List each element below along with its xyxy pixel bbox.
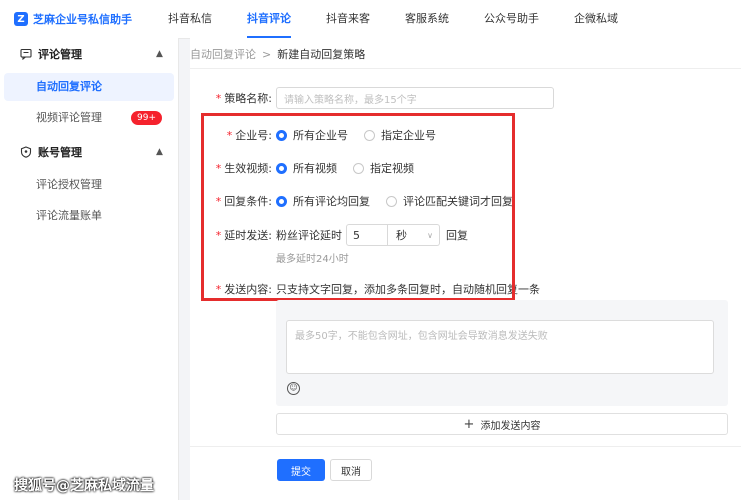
sidebar-item-comment-traffic-bill[interactable]: 评论流量账单 [4,202,174,230]
nav-douyin-comments[interactable]: 抖音评论 [247,0,291,38]
comment-icon [20,48,32,61]
field-label-name: * 策略名称: [215,92,272,105]
radio-unchecked-icon [386,195,397,207]
form-row-video: * 生效视频: 所有视频 指定视频 [190,160,430,176]
footer-divider [190,446,741,447]
delay-unit-value: 秒 [396,229,407,242]
form-row-delay: * 延时发送: 粉丝评论延时 5 秒 ∨ 回复 [190,224,468,246]
emoji-icon[interactable]: ☺ [287,382,300,395]
strategy-name-input[interactable]: 请输入策略名称，最多15个字 [276,87,554,109]
sidebar-item-comment-authorization[interactable]: 评论授权管理 [4,171,174,199]
shield-icon [20,146,32,158]
radio-reply-keyword-match[interactable]: 评论匹配关键词才回复 [386,193,513,209]
app-logo[interactable]: Z 芝麻企业号私信助手 [14,11,132,27]
plus-icon: + [463,416,475,432]
required-mark: * [215,92,222,105]
form-row-condition: * 回复条件: 所有评论均回复 评论匹配关键词才回复 [190,193,529,209]
radio-reply-all-comments[interactable]: 所有评论均回复 [276,193,370,209]
delay-suffix: 回复 [446,229,468,242]
delay-prefix: 粉丝评论延时 [276,229,342,242]
reply-content-area: 最多50字，不能包含网址，包含网址会导致消息发送失败 ☺ [276,300,728,406]
chevron-down-icon: ∨ [427,230,433,240]
top-nav: 抖音私信 抖音评论 抖音来客 客服系统 公众号助手 企微私域 [168,0,653,38]
field-label-content: * 发送内容: [215,283,272,296]
radio-unchecked-icon [353,162,364,174]
sidebar-section-label: 评论管理 [38,48,82,61]
field-label-condition: * 回复条件: [215,195,272,208]
delay-value-input[interactable]: 5 [346,224,388,246]
radio-all-videos[interactable]: 所有视频 [276,160,337,176]
sidebar-item-auto-reply-comments[interactable]: 自动回复评论 [4,73,174,101]
sidebar-item-label: 视频评论管理 [36,111,102,124]
radio-specific-videos[interactable]: 指定视频 [353,160,414,176]
required-mark: * [215,283,222,296]
radio-checked-icon [276,129,287,141]
field-label-delay: * 延时发送: [215,229,272,242]
watermark-text: 搜狐号@芝麻私域流量 [14,478,154,494]
field-label-account: * 企业号: [226,129,272,142]
reply-content-textarea[interactable]: 最多50字，不能包含网址，包含网址会导致消息发送失败 [286,320,714,374]
required-mark: * [226,129,233,142]
radio-unchecked-icon [364,129,375,141]
logo-icon: Z [14,12,28,26]
form-row-account: * 企业号: 所有企业号 指定企业号 [190,127,452,143]
form-row-name: * 策略名称: 请输入策略名称，最多15个字 [190,87,554,109]
chevron-up-icon: ▲ [156,49,163,59]
top-bar: Z 芝麻企业号私信助手 抖音私信 抖音评论 抖音来客 客服系统 公众号助手 企微… [0,0,741,39]
required-mark: * [215,162,222,175]
radio-checked-icon [276,162,287,174]
breadcrumb-separator: > [262,48,272,61]
nav-douyin-dm[interactable]: 抖音私信 [168,0,212,38]
main-panel: 自动回复评论 > 新建自动回复策略 * 策略名称: 请输入策略名称，最多15个字 * 企… [190,38,741,500]
radio-specific-accounts[interactable]: 指定企业号 [364,127,436,143]
required-mark: * [215,229,222,242]
count-badge: 99+ [131,111,162,125]
header-divider [190,68,741,69]
breadcrumb-current: 新建自动回复策略 [277,48,366,61]
app-title: 芝麻企业号私信助手 [33,13,132,26]
nav-customer-service[interactable]: 客服系统 [405,0,449,38]
sidebar-section-comment-management[interactable]: 评论管理 ▲ [0,39,178,69]
breadcrumb-parent[interactable]: 自动回复评论 [190,48,256,61]
form-row-content: * 发送内容: 只支持文字回复，添加多条回复时，自动随机回复一条 [190,281,540,297]
breadcrumb: 自动回复评论 > 新建自动回复策略 [190,46,365,62]
radio-checked-icon [276,195,287,207]
required-mark: * [215,195,222,208]
sidebar-section-account-management[interactable]: 账号管理 ▲ [0,137,178,167]
delay-hint: 最多延时24小时 [276,254,349,265]
radio-all-accounts[interactable]: 所有企业号 [276,127,348,143]
nav-wecom-private[interactable]: 企微私域 [574,0,618,38]
nav-official-account[interactable]: 公众号助手 [484,0,539,38]
add-content-button[interactable]: + 添加发送内容 [276,413,728,435]
submit-button[interactable]: 提交 [277,459,325,481]
content-description: 只支持文字回复，添加多条回复时，自动随机回复一条 [276,283,540,296]
sidebar-item-video-comments[interactable]: 视频评论管理 99+ [4,104,174,132]
cancel-button[interactable]: 取消 [330,459,372,481]
sidebar: 评论管理 ▲ 自动回复评论 视频评论管理 99+ 账号管理 ▲ 评论授权管理 评… [0,38,179,500]
field-label-video: * 生效视频: [215,162,272,175]
chevron-up-icon: ▲ [156,147,163,157]
sidebar-section-label: 账号管理 [38,146,82,159]
nav-douyin-laike[interactable]: 抖音来客 [326,0,370,38]
delay-unit-select[interactable]: 秒 ∨ [388,224,440,246]
